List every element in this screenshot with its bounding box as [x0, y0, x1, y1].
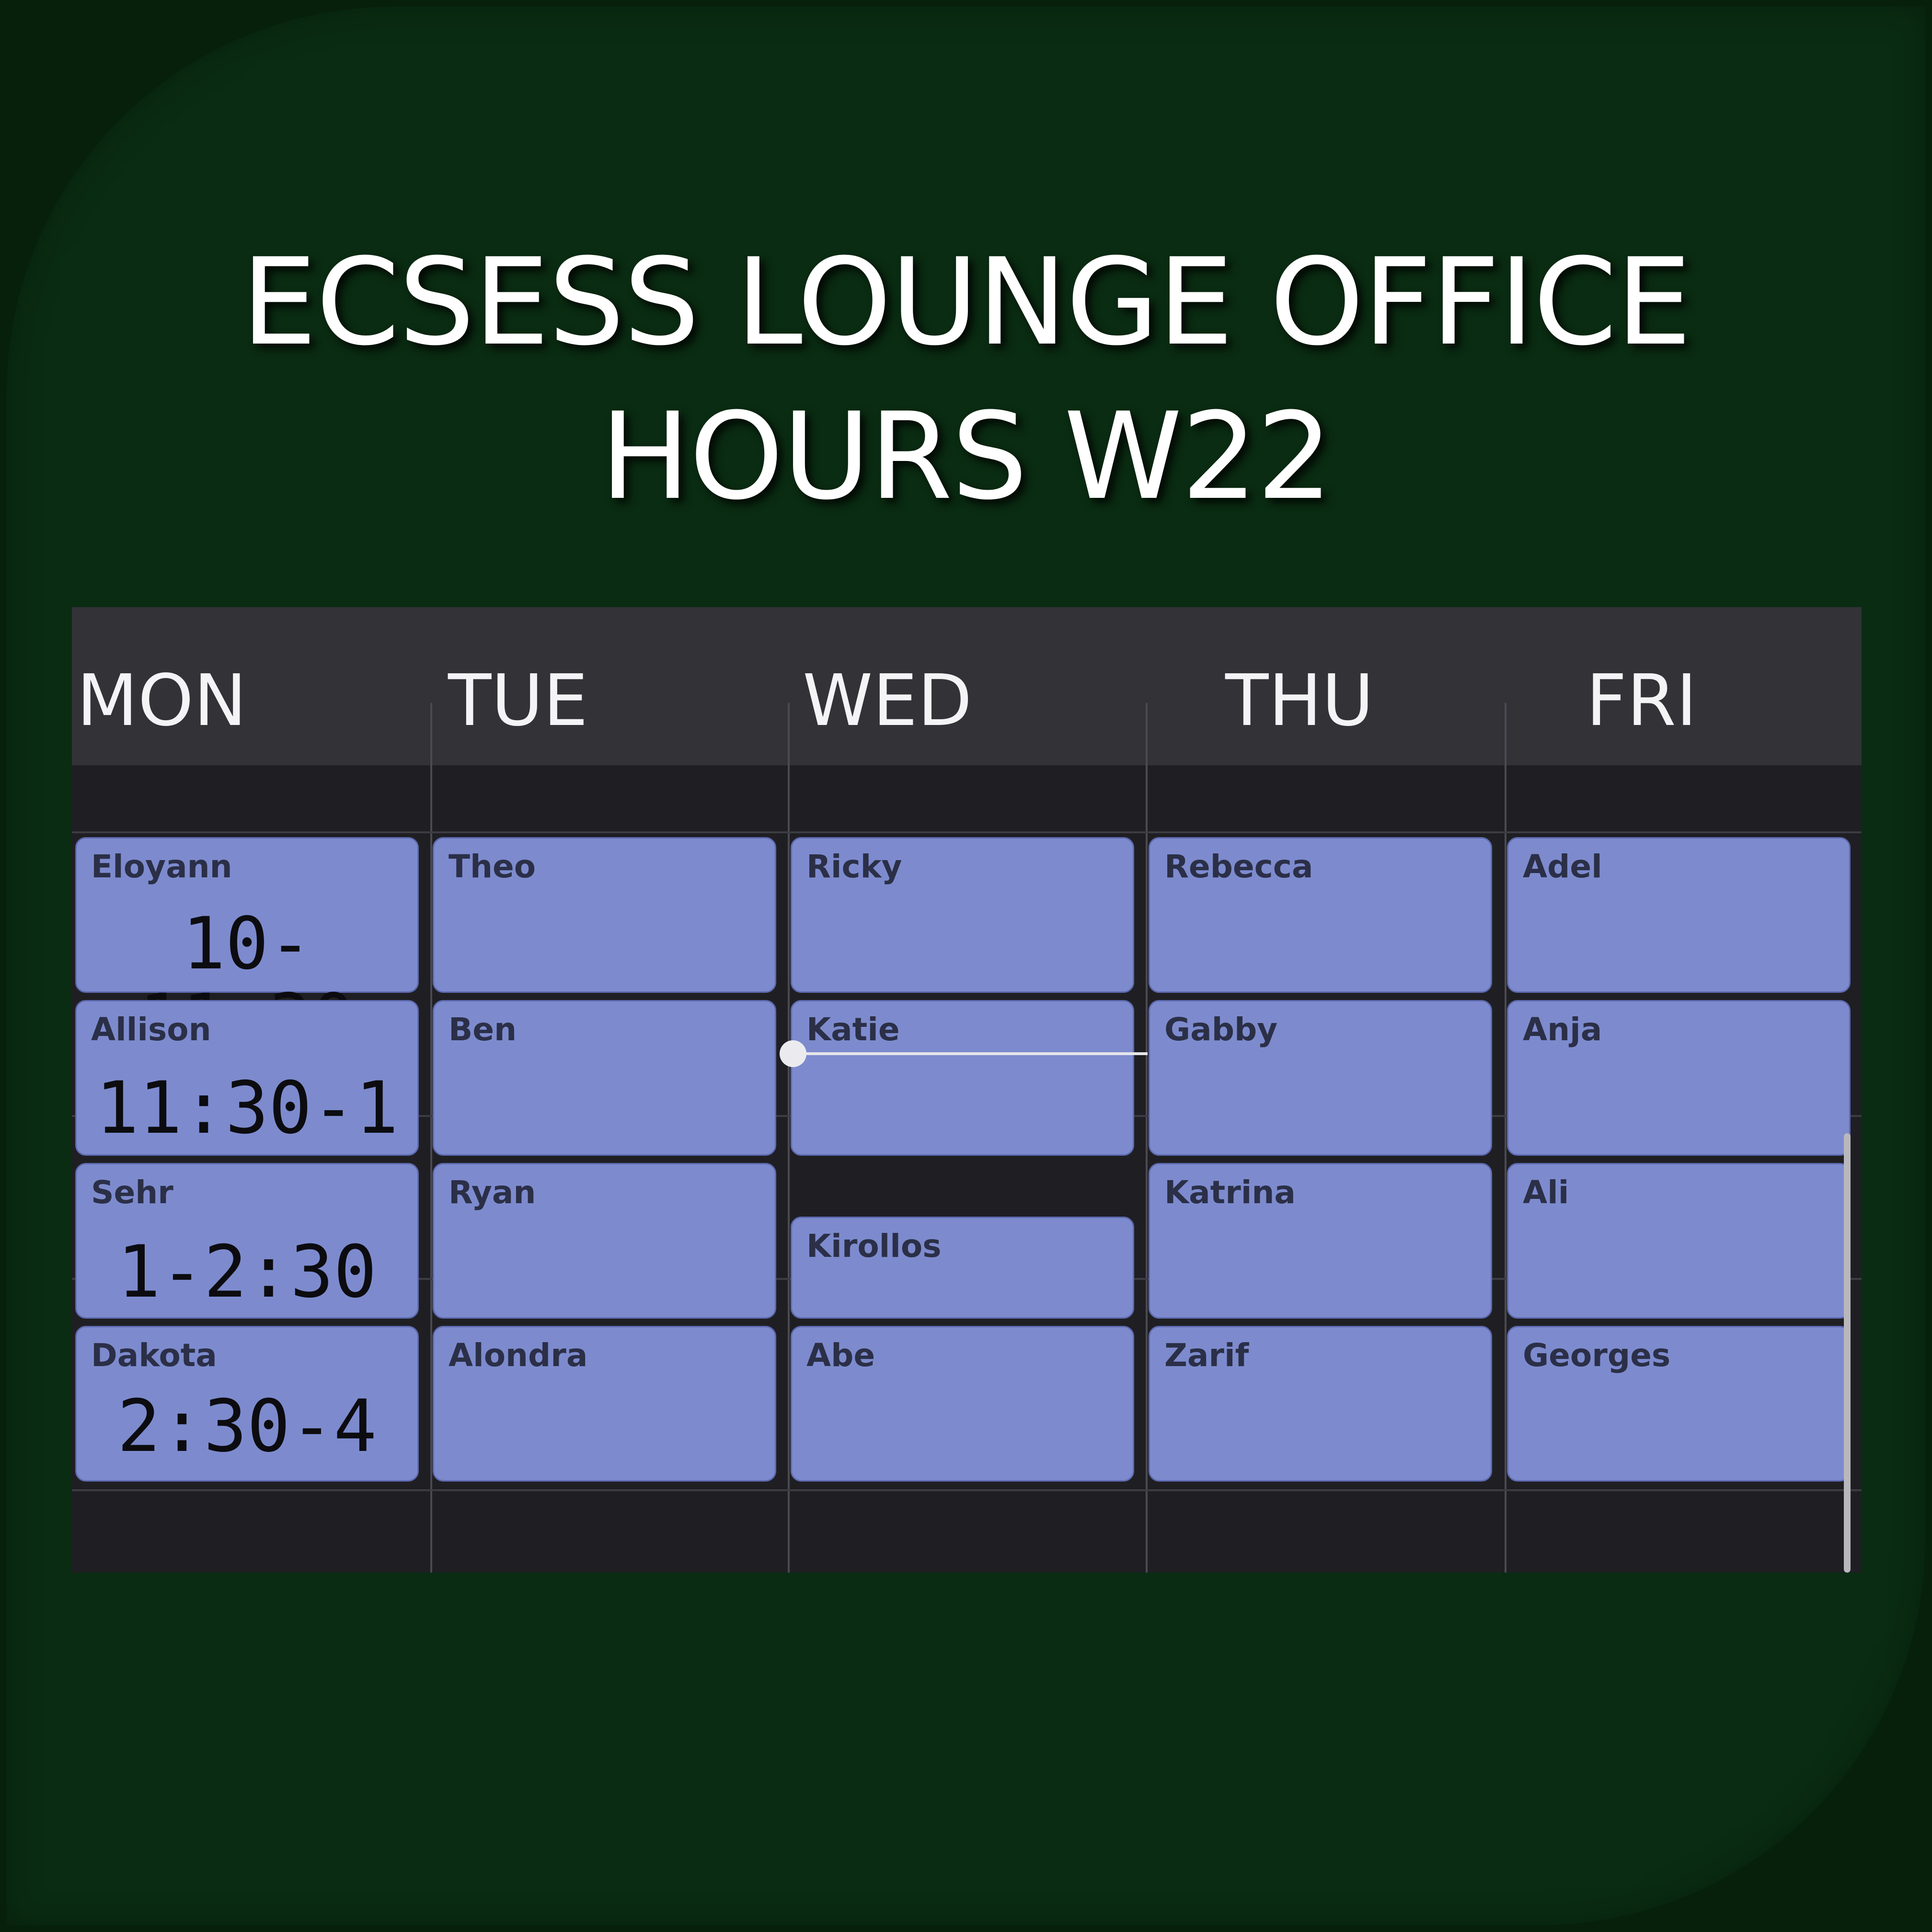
event-name: Zarif	[1164, 1337, 1249, 1374]
event-wed-4[interactable]: Abe	[791, 1326, 1134, 1482]
event-name: Eloyann	[91, 848, 232, 885]
column-divider	[788, 703, 790, 1573]
event-name: Ali	[1523, 1174, 1569, 1211]
day-label-wed: WED	[803, 659, 972, 742]
event-name: Georges	[1523, 1337, 1671, 1374]
event-name: Katie	[806, 1011, 900, 1048]
event-name: Theo	[448, 848, 536, 885]
column-divider	[430, 703, 432, 1573]
event-name: Abe	[806, 1337, 875, 1374]
event-fri-3[interactable]: Ali	[1507, 1163, 1851, 1319]
event-thu-4[interactable]: Zarif	[1149, 1326, 1492, 1482]
row-divider	[72, 1489, 1862, 1491]
event-thu-3[interactable]: Katrina	[1149, 1163, 1492, 1319]
row-divider	[72, 831, 1862, 833]
event-thu-2[interactable]: Gabby	[1149, 1000, 1492, 1156]
event-tue-1[interactable]: Theo	[433, 837, 776, 993]
event-name: Anja	[1523, 1011, 1602, 1048]
event-name: Rebecca	[1164, 848, 1313, 885]
event-name: Ryan	[448, 1174, 536, 1211]
event-fri-4[interactable]: Georges	[1507, 1326, 1851, 1482]
event-wed-3[interactable]: Kirollos	[791, 1217, 1134, 1319]
event-name: Kirollos	[806, 1228, 942, 1265]
event-tue-3[interactable]: Ryan	[433, 1163, 776, 1319]
event-fri-2[interactable]: Anja	[1507, 1000, 1851, 1156]
day-label-fri: FRI	[1586, 659, 1697, 742]
vertical-scrollbar[interactable]	[1844, 1133, 1851, 1573]
event-name: Katrina	[1164, 1174, 1296, 1211]
event-time: 11:30-1	[95, 1067, 399, 1150]
event-time: 1-2:30	[117, 1230, 377, 1314]
event-name: Ben	[448, 1011, 517, 1048]
day-label-thu: THU	[1225, 659, 1374, 742]
column-divider	[1146, 703, 1148, 1573]
event-name: Alondra	[448, 1337, 588, 1374]
day-label-tue: TUE	[448, 659, 588, 742]
event-tue-4[interactable]: Alondra	[433, 1326, 776, 1482]
event-tue-2[interactable]: Ben	[433, 1000, 776, 1156]
event-wed-2[interactable]: Katie	[791, 1000, 1134, 1156]
event-mon-4[interactable]: Dakota 2:30-4	[75, 1326, 419, 1482]
event-mon-3[interactable]: Sehr 1-2:30	[75, 1163, 419, 1319]
current-time-line	[793, 1052, 1148, 1055]
column-divider	[1505, 703, 1506, 1573]
week-calendar: MON TUE WED THU FRI Eloyann 10-11:30 All…	[72, 607, 1862, 1573]
event-fri-1[interactable]: Adel	[1507, 837, 1851, 993]
event-name: Allison	[91, 1011, 211, 1048]
event-wed-1[interactable]: Ricky	[791, 837, 1134, 993]
event-name: Adel	[1523, 848, 1602, 885]
event-mon-1[interactable]: Eloyann 10-11:30	[75, 837, 419, 1059]
current-time-indicator	[780, 1040, 806, 1067]
event-name: Ricky	[806, 848, 902, 885]
title-line-1: ECSESS LOUNGE OFFICE	[241, 232, 1692, 372]
event-mon-2[interactable]: Allison 11:30-1	[75, 1000, 419, 1156]
event-name: Gabby	[1164, 1011, 1278, 1048]
event-thu-1[interactable]: Rebecca	[1149, 837, 1492, 993]
event-name: Sehr	[91, 1174, 173, 1211]
event-time: 2:30-4	[117, 1385, 377, 1468]
event-name: Dakota	[91, 1337, 217, 1374]
day-label-mon: MON	[77, 659, 247, 742]
title-line-2: HOURS W22	[600, 387, 1333, 526]
poster-title: ECSESS LOUNGE OFFICE HOURS W22	[0, 225, 1932, 534]
